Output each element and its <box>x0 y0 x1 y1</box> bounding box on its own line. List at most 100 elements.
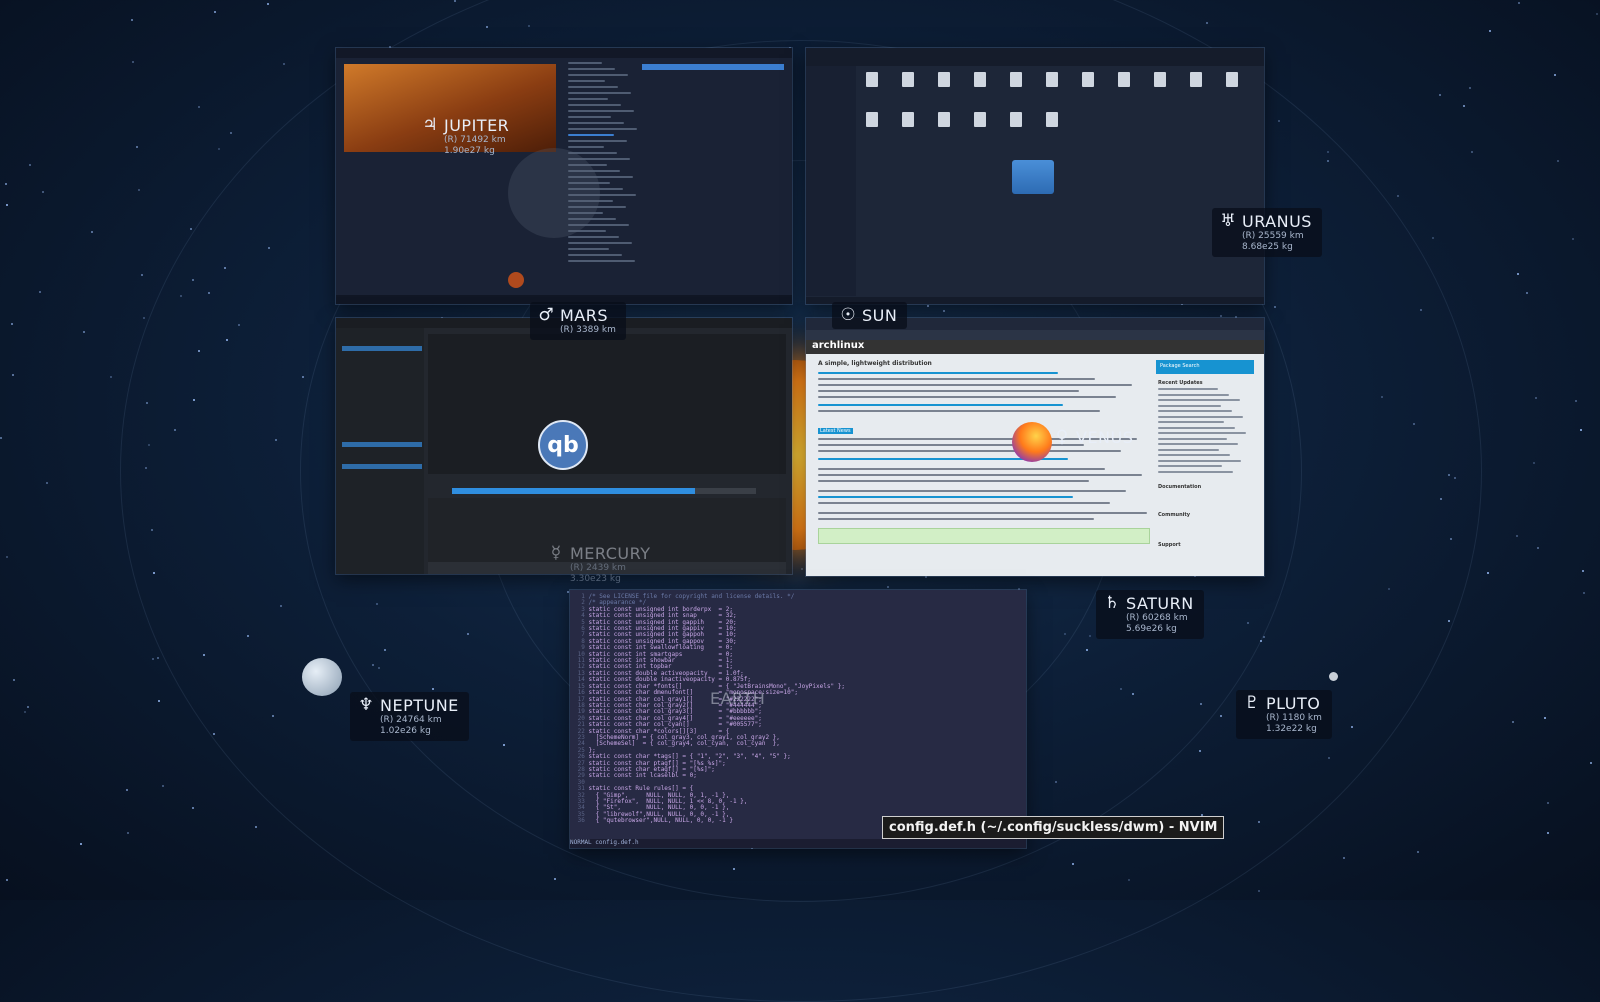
jupiter-symbol-icon: ♃ <box>422 115 438 135</box>
file-icon[interactable] <box>938 112 950 127</box>
planet-name: PLUTO <box>1266 693 1321 713</box>
qbittorrent-window[interactable]: qb <box>336 318 792 574</box>
url-bar[interactable] <box>806 330 1264 340</box>
title-bar <box>336 48 792 58</box>
list-item <box>568 260 635 262</box>
file-icon[interactable] <box>1154 72 1166 87</box>
update-line <box>1158 415 1243 418</box>
browser-window[interactable]: archlinux A simple, lightweight distribu… <box>806 318 1264 576</box>
update-line <box>1158 470 1233 473</box>
planet-mass: 5.69e26 kg <box>1126 624 1177 634</box>
sidebar-highlight <box>342 346 422 351</box>
nvim-window[interactable]: 1 /* See LICENSE file for copyright and … <box>570 590 1026 848</box>
qbittorrent-logo: qb <box>538 420 588 470</box>
planet-mass: 1.32e22 kg <box>1266 724 1317 734</box>
file-icon[interactable] <box>1010 72 1022 87</box>
star <box>1463 105 1466 108</box>
code-editor[interactable]: 1 /* See LICENSE file for copyright and … <box>574 593 1014 830</box>
file-icon[interactable] <box>974 72 986 87</box>
star <box>29 164 32 167</box>
star <box>0 437 3 440</box>
text-line <box>818 378 1095 380</box>
planet-name: VENUS <box>1076 427 1134 447</box>
star <box>1534 397 1537 400</box>
star <box>190 227 193 230</box>
planet-radius: (R) 71492 km <box>444 135 506 145</box>
planet-radius: (R) 2439 km <box>570 563 626 573</box>
star <box>1557 159 1560 162</box>
star <box>42 190 45 193</box>
star <box>1205 22 1208 25</box>
star <box>1575 400 1578 403</box>
update-line <box>1158 448 1219 451</box>
planet-radius: (R) 25559 km <box>1242 231 1304 241</box>
planet-name: SATURN <box>1126 593 1194 613</box>
star <box>4 182 7 185</box>
filter-sidebar <box>336 328 424 574</box>
terminal-window[interactable] <box>336 48 792 304</box>
star <box>1553 74 1556 77</box>
star <box>1342 856 1345 859</box>
star <box>267 2 270 5</box>
planet-label-mercury: ☿ MERCURY (R) 2439 km 3.30e23 kg <box>540 540 660 589</box>
planet-mass: 1.02e26 kg <box>380 726 431 736</box>
planet-label-jupiter: ♃ JUPITER (R) 71492 km 1.90e27 kg <box>414 112 519 161</box>
text-line <box>818 512 1147 514</box>
star <box>218 147 221 150</box>
planet-radius: (R) 24764 km <box>380 715 442 725</box>
statusline: NORMAL config.def.h <box>570 839 1026 848</box>
star <box>1582 591 1585 594</box>
file-icon[interactable] <box>1190 72 1202 87</box>
star <box>1511 720 1514 723</box>
file-icon[interactable] <box>902 72 914 87</box>
file-icon[interactable] <box>1118 72 1130 87</box>
file-icon[interactable] <box>974 112 986 127</box>
file-icon[interactable] <box>1046 72 1058 87</box>
list-item <box>568 116 611 118</box>
text-line <box>818 480 1089 482</box>
code-box <box>818 528 1150 544</box>
file-icon[interactable] <box>902 112 914 127</box>
text-line <box>818 468 1105 470</box>
star <box>158 699 161 702</box>
file-icon[interactable] <box>1226 72 1238 87</box>
package-search-label: Package Search <box>1160 363 1200 369</box>
star <box>1486 572 1489 575</box>
planet-name: MERCURY <box>570 543 651 563</box>
update-line <box>1158 404 1221 407</box>
progress-fill <box>452 488 696 494</box>
update-line <box>1158 421 1224 423</box>
file-icon[interactable] <box>1082 72 1094 87</box>
planet-mass: 8.68e25 kg <box>1242 242 1293 252</box>
star <box>142 316 145 319</box>
progress-bar <box>452 488 756 494</box>
file-manager-window[interactable] <box>806 48 1264 304</box>
star <box>197 105 200 108</box>
star <box>13 679 16 682</box>
star <box>5 204 8 207</box>
arch-logo[interactable]: archlinux <box>812 340 864 351</box>
update-line <box>1158 465 1222 467</box>
star <box>453 0 456 3</box>
planet-label-saturn: ♄ SATURN (R) 60268 km 5.69e26 kg <box>1096 590 1204 639</box>
star <box>1488 30 1491 33</box>
star <box>161 784 164 787</box>
file-icon[interactable] <box>866 112 878 127</box>
file-icon[interactable] <box>938 72 950 87</box>
star <box>282 63 285 66</box>
neptune-symbol-icon: ♆ <box>358 695 374 715</box>
star <box>254 826 257 829</box>
file-icon[interactable] <box>1010 112 1022 127</box>
package-search-box[interactable]: Package Search <box>1156 360 1254 374</box>
star <box>1417 851 1420 854</box>
file-icon[interactable] <box>866 72 878 87</box>
toolbar <box>806 48 1264 66</box>
folder-icon[interactable] <box>1012 160 1054 194</box>
star <box>213 11 216 14</box>
selection-bar <box>642 64 784 70</box>
planet-label-earth: EARTH <box>680 686 775 712</box>
pluto-planet <box>1329 672 1338 681</box>
file-icon[interactable] <box>1046 112 1058 127</box>
update-line <box>1158 410 1232 412</box>
planet-mass: 3.30e23 kg <box>570 574 621 584</box>
